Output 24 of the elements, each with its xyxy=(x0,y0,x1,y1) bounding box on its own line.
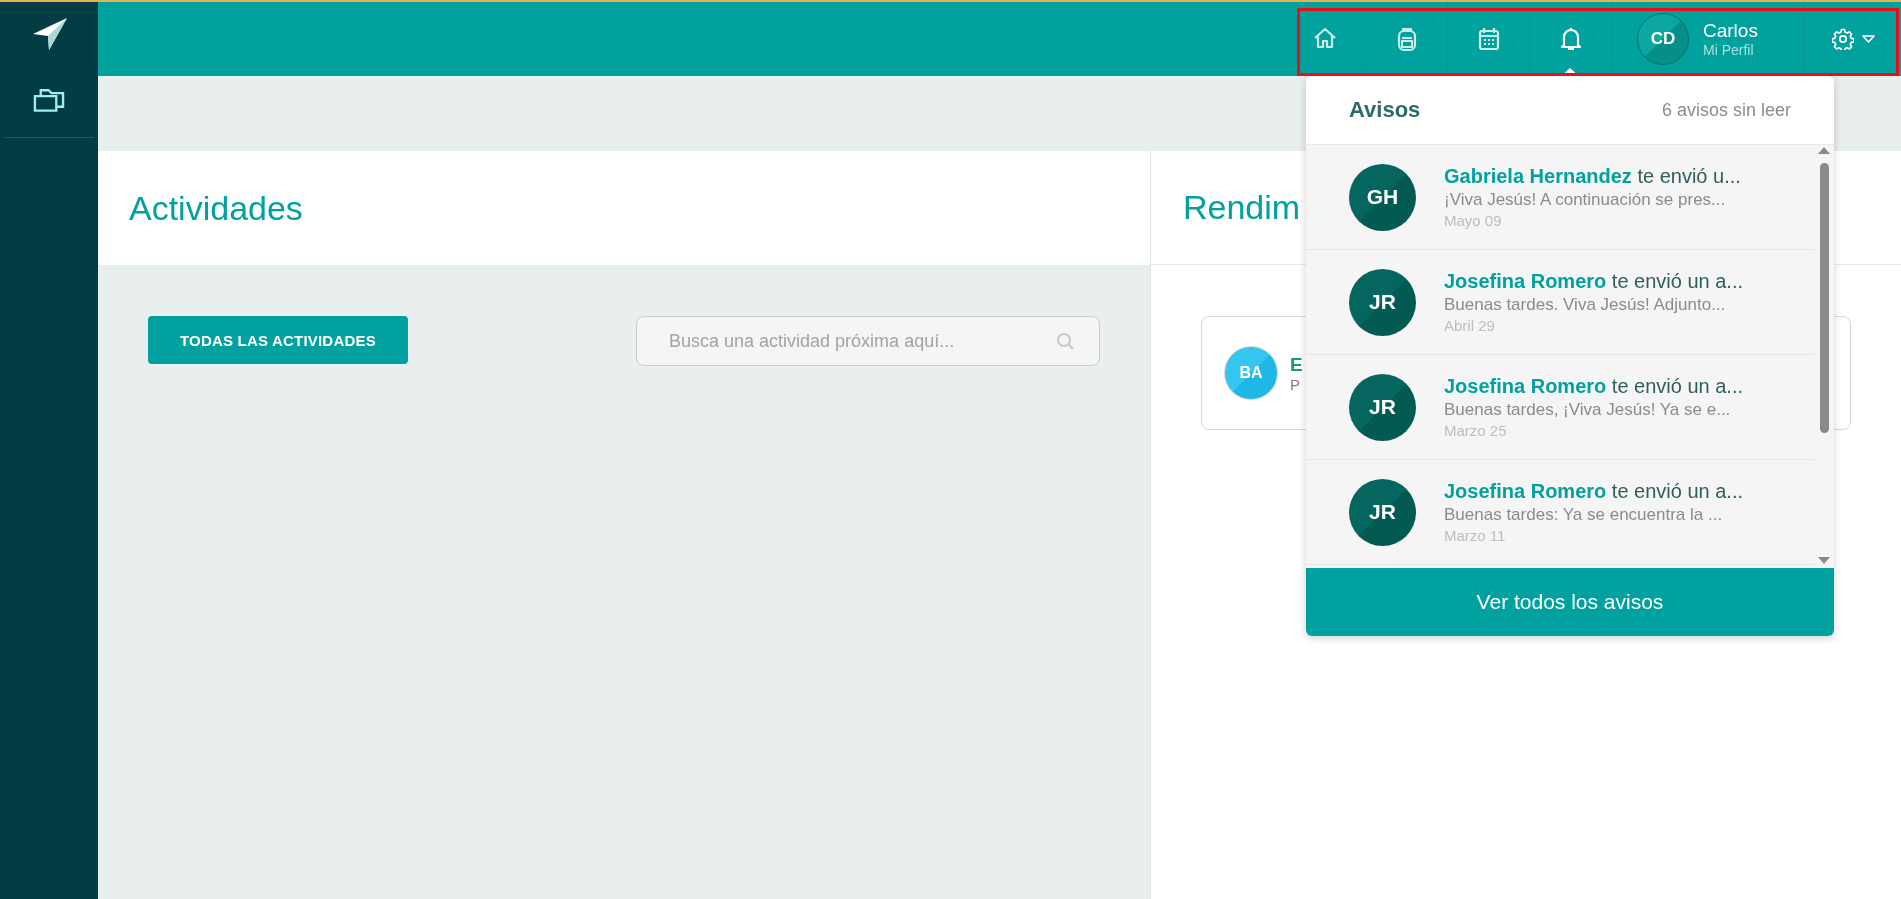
notification-title: Gabriela Hernandez te envió u... xyxy=(1444,165,1741,188)
notification-date: Mayo 09 xyxy=(1444,212,1503,229)
user-name: Carlos xyxy=(1703,20,1758,42)
sender-avatar: JR xyxy=(1349,478,1416,546)
notification-title: Josefina Romero te envió un a... xyxy=(1444,480,1744,503)
notification-title: Josefina Romero te envió un a... xyxy=(1444,270,1744,293)
sender-avatar: JR xyxy=(1349,268,1416,336)
panel-title: Actividades xyxy=(129,188,303,228)
notification-preview: ¡Viva Jesús! A continuación se pres... xyxy=(1444,190,1727,210)
course-avatar: BA xyxy=(1224,346,1278,400)
notification-date: Abril 29 xyxy=(1444,317,1496,334)
sender-avatar: JR xyxy=(1349,373,1416,441)
dropdown-title: Avisos xyxy=(1349,97,1421,123)
notification-title: Josefina Romero te envió un a... xyxy=(1444,375,1744,398)
notification-preview: Buenas tardes, ¡Viva Jesús! Ya se e... xyxy=(1444,400,1732,420)
notification-preview: Buenas tardes: Ya se encuentra la ... xyxy=(1444,505,1724,525)
course-subtitle: P xyxy=(1290,375,1301,393)
sender-avatar: GH xyxy=(1349,163,1416,231)
notification-date: Marzo 11 xyxy=(1444,527,1507,544)
notification-date: Marzo 25 xyxy=(1444,422,1508,439)
notification-preview: Buenas tardes. Viva Jesús! Adjunto... xyxy=(1444,295,1727,315)
panel-title: Rendim xyxy=(1183,188,1301,227)
course-title: E xyxy=(1290,353,1303,376)
unread-count: 6 avisos sin leer xyxy=(1661,99,1791,121)
